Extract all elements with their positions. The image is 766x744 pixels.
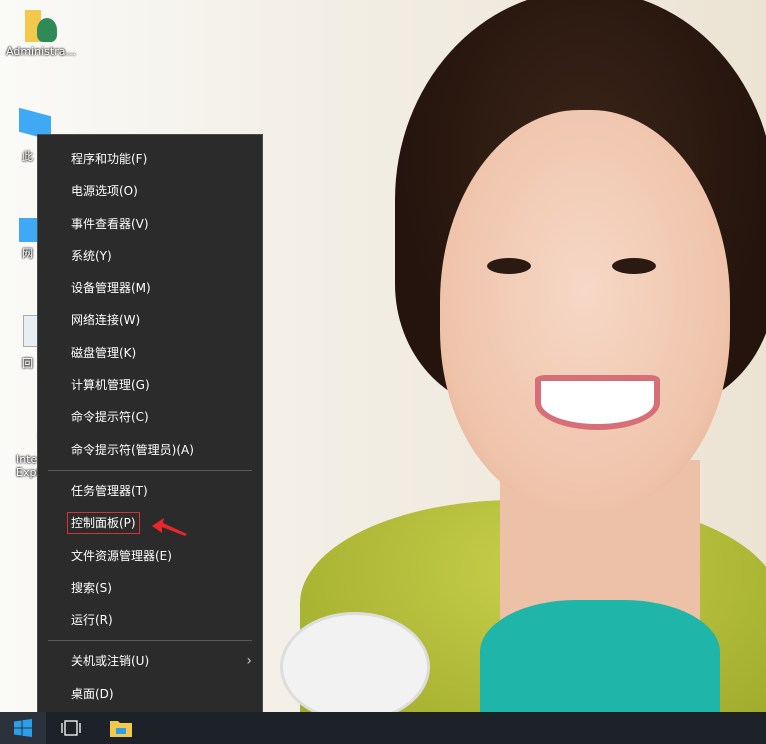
menu-item-label: 网络连接(W) — [71, 313, 141, 328]
menu-separator — [48, 469, 252, 471]
file-explorer-icon — [110, 721, 132, 737]
menu-item-label: 事件查看器(V) — [71, 216, 149, 231]
menu-separator — [48, 640, 252, 642]
menu-item[interactable]: 设备管理器(M) — [38, 272, 262, 304]
icon-label: Administra... — [6, 45, 76, 58]
menu-item[interactable]: 电源选项(O) — [38, 175, 262, 207]
wallpaper-shirt — [480, 600, 720, 712]
winx-context-menu: 程序和功能(F) 电源选项(O) 事件查看器(V) 系统(Y) 设备管理器(M) 网络连接… — [37, 134, 263, 716]
file-explorer-button[interactable] — [98, 712, 144, 744]
wallpaper-mouth — [535, 375, 660, 430]
task-view-icon — [61, 720, 81, 736]
menu-item[interactable]: 桌面(D) — [38, 678, 262, 710]
red-arrow-annotation — [152, 518, 187, 536]
task-view-button[interactable] — [48, 712, 94, 744]
menu-item-label: 命令提示符(管理员)(A) — [71, 442, 194, 457]
wallpaper-face — [440, 110, 730, 510]
menu-item-label: 计算机管理(G) — [71, 378, 150, 393]
chevron-right-icon: › — [246, 653, 252, 670]
start-button[interactable] — [0, 712, 46, 744]
menu-item[interactable]: 磁盘管理(K) — [38, 337, 262, 369]
menu-item[interactable]: 关机或注销(U) › — [38, 645, 262, 677]
wallpaper-eye — [487, 258, 531, 274]
menu-item[interactable]: 运行(R) — [38, 604, 262, 636]
menu-item-label: 运行(R) — [71, 613, 113, 628]
desktop-icon-administrator[interactable]: Administra... — [6, 10, 76, 58]
menu-item-label: 设备管理器(M) — [71, 281, 151, 296]
menu-item-label: 磁盘管理(K) — [71, 345, 137, 360]
menu-item[interactable]: 搜索(S) — [38, 572, 262, 604]
menu-item[interactable]: 命令提示符(管理员)(A) — [38, 434, 262, 466]
menu-item[interactable]: 程序和功能(F) — [38, 143, 262, 175]
menu-item-label: 桌面(D) — [71, 686, 114, 701]
menu-item-label: 控制面板(P) — [67, 512, 140, 535]
menu-item-label: 文件资源管理器(E) — [71, 548, 172, 563]
menu-item-label: 搜索(S) — [71, 580, 112, 595]
start-icon — [14, 719, 32, 737]
menu-item-label: 电源选项(O) — [71, 184, 138, 199]
menu-item[interactable]: 计算机管理(G) — [38, 369, 262, 401]
menu-item-label: 关机或注销(U) — [71, 654, 150, 669]
user-folder-icon — [25, 10, 57, 42]
menu-item[interactable]: 任务管理器(T) — [38, 475, 262, 507]
menu-item[interactable]: 事件查看器(V) — [38, 208, 262, 240]
menu-item[interactable]: 命令提示符(C) — [38, 401, 262, 433]
wallpaper-eye — [612, 258, 656, 274]
menu-item-label: 命令提示符(C) — [71, 410, 149, 425]
menu-item-label: 任务管理器(T) — [71, 483, 148, 498]
taskbar — [0, 712, 766, 744]
wallpaper-badge — [280, 612, 430, 712]
menu-item-label: 程序和功能(F) — [71, 152, 148, 166]
menu-item-label: 系统(Y) — [71, 248, 112, 263]
menu-item[interactable]: 系统(Y) — [38, 240, 262, 272]
menu-item[interactable]: 文件资源管理器(E) — [38, 540, 262, 572]
menu-item[interactable]: 网络连接(W) — [38, 304, 262, 336]
